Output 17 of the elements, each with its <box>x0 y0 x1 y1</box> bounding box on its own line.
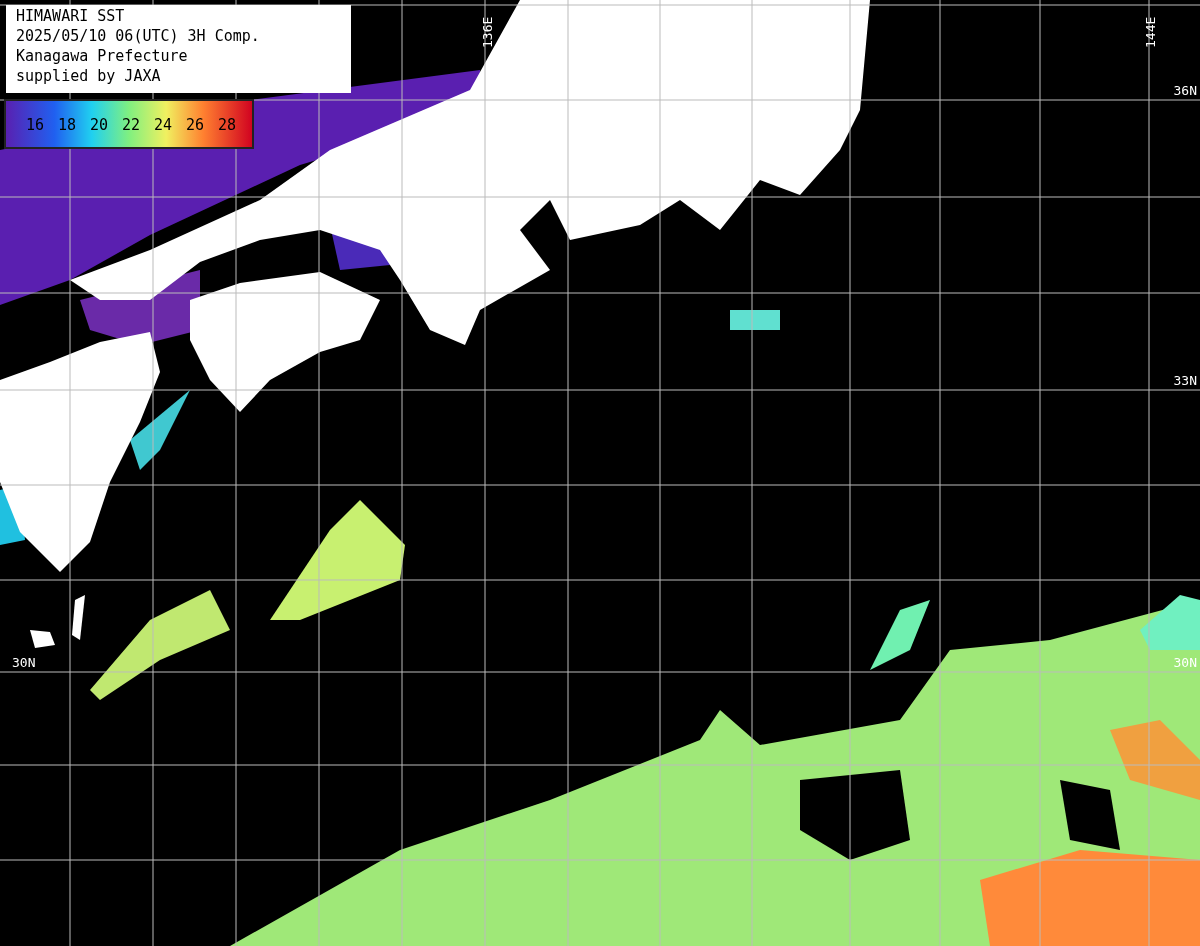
scale-label: 18 <box>58 116 77 134</box>
scale-label: 28 <box>218 116 237 134</box>
latitude-label: 33N <box>1173 373 1197 388</box>
latitude-label: 30N <box>1173 655 1197 670</box>
latitude-label: 36N <box>1173 83 1197 98</box>
longitude-label: 136E <box>480 16 495 48</box>
scale-label: 26 <box>186 116 205 134</box>
header-text: supplied by JAXA <box>16 67 161 85</box>
header-text: 2025/05/10 06(UTC) 3H Comp. <box>16 27 260 45</box>
latitude-label: 30N <box>12 655 36 670</box>
scale-label: 24 <box>154 116 173 134</box>
scale-label: 22 <box>122 116 141 134</box>
scale-label: 16 <box>26 116 45 134</box>
header-text: HIMAWARI SST <box>16 7 125 25</box>
header-text: Kanagawa Prefecture <box>16 47 188 65</box>
scale-label: 20 <box>90 116 109 134</box>
longitude-label: 144E <box>1143 16 1158 48</box>
